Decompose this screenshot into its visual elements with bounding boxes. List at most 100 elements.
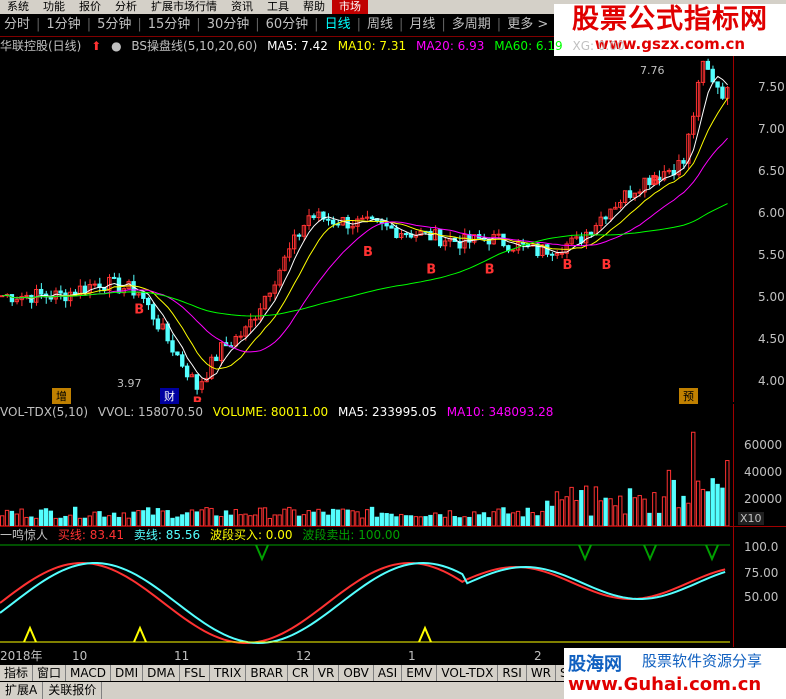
price-chart[interactable]: B B B B B B B B — [0, 56, 734, 402]
menu-item-quote[interactable]: 报价 — [72, 0, 108, 14]
tab-trix[interactable]: TRIX — [210, 665, 247, 681]
volume-bar — [676, 507, 681, 526]
volume-bar — [170, 517, 175, 526]
vol-ma10-value: MA10: 348093.28 — [446, 405, 554, 419]
tab-emv[interactable]: EMV — [402, 665, 438, 681]
tab-extend-a[interactable]: 扩展A — [0, 682, 44, 699]
more-button[interactable]: 更多 > — [503, 14, 552, 36]
volume-bar — [257, 507, 263, 526]
tab-vol-tdx[interactable]: VOL-TDX — [437, 665, 499, 681]
candle — [170, 340, 175, 353]
price-tick: 4.50 — [758, 332, 785, 346]
tab-wr[interactable]: WR — [527, 665, 557, 681]
volume-bar — [369, 506, 375, 526]
band-sell-value: 波段卖出: 100.00 — [302, 528, 401, 542]
volume-bar — [321, 511, 326, 526]
period-tab[interactable]: 30分钟 — [203, 14, 254, 36]
menu-item-tools[interactable]: 工具 — [260, 0, 296, 14]
volume-bar — [413, 516, 419, 526]
volume-bar — [19, 508, 24, 526]
tab-asi[interactable]: ASI — [374, 665, 403, 681]
candle — [705, 60, 711, 70]
volume-tick: 60000 — [744, 438, 783, 452]
menu-item-market[interactable]: 市场 — [332, 0, 368, 14]
date-tick: 12 — [296, 649, 312, 663]
volume-bar — [14, 513, 19, 526]
tab-fsl[interactable]: FSL — [180, 665, 210, 681]
volume-bar — [686, 502, 691, 526]
period-tab[interactable]: 5分钟 — [93, 14, 135, 36]
tab-vr[interactable]: VR — [314, 665, 340, 681]
volume-indicator-name: VOL-TDX(5,10) — [0, 405, 89, 419]
candle — [146, 297, 151, 306]
tab-dmi[interactable]: DMI — [111, 665, 144, 681]
volume-bar — [384, 513, 389, 526]
date-tick: 10 — [72, 649, 88, 663]
watermark-bottom-url: www.Guhai.com.cn — [568, 674, 762, 695]
volume-bar — [452, 516, 457, 526]
tab-indicator[interactable]: 指标 — [0, 665, 34, 681]
volume-bar — [73, 506, 78, 526]
volume-bar — [146, 507, 151, 526]
volume-bar — [520, 516, 526, 526]
price-tick: 4.00 — [758, 374, 785, 388]
volume-bar — [150, 514, 156, 526]
volume-bar — [296, 515, 302, 526]
menu-item-function[interactable]: 功能 — [36, 0, 72, 14]
volume-bar — [48, 510, 54, 526]
volume-bar — [418, 516, 423, 526]
volume-bar — [175, 516, 180, 526]
period-tab[interactable]: 分时 — [0, 14, 34, 36]
circle-icon[interactable]: ● — [111, 39, 121, 53]
menu-item-analysis[interactable]: 分析 — [108, 0, 144, 14]
indicator-tick: 75.00 — [744, 566, 779, 580]
menu-item-news[interactable]: 资讯 — [224, 0, 260, 14]
tab-linked-quote[interactable]: 关联报价 — [43, 682, 103, 699]
volume-bar — [394, 516, 399, 526]
volume-bar — [126, 517, 131, 526]
menu-item-ext-market[interactable]: 扩展市场行情 — [144, 0, 224, 14]
volume-bar — [29, 516, 34, 526]
volume-bar — [63, 515, 68, 526]
period-tab-active[interactable]: 日线 — [321, 14, 355, 36]
high-price-label: 7.76 — [640, 64, 665, 77]
event-marker-yu[interactable]: 预 — [679, 388, 698, 404]
period-tab[interactable]: 周线 — [363, 14, 397, 36]
volume-bar — [710, 478, 715, 526]
volume-bar — [277, 514, 282, 526]
tab-brar[interactable]: BRAR — [246, 665, 289, 681]
volume-bar — [53, 517, 58, 526]
volume-bar — [588, 515, 594, 526]
volume-bar — [238, 514, 243, 526]
volume-bar — [87, 515, 92, 526]
event-marker-cai[interactable]: 财 — [160, 388, 179, 404]
volume-bar — [209, 507, 214, 526]
candle — [165, 323, 170, 342]
period-tab[interactable]: 多周期 — [448, 14, 495, 36]
period-tab[interactable]: 1分钟 — [42, 14, 84, 36]
tab-macd[interactable]: MACD — [66, 665, 112, 681]
buy-signal-marker: B — [193, 396, 203, 402]
volume-chart[interactable] — [0, 420, 734, 526]
menu-item-system[interactable]: 系统 — [0, 0, 36, 14]
stock-name: 华联控股(日线) — [0, 39, 82, 53]
tab-obv[interactable]: OBV — [339, 665, 374, 681]
indicator-axis-line — [733, 527, 734, 647]
volume-bar — [301, 514, 307, 526]
tab-dma[interactable]: DMA — [143, 665, 180, 681]
period-tab[interactable]: 月线 — [405, 14, 439, 36]
menu-item-help[interactable]: 帮助 — [296, 0, 332, 14]
price-tick: 6.50 — [758, 164, 785, 178]
period-tab[interactable]: 15分钟 — [144, 14, 195, 36]
period-tab[interactable]: 60分钟 — [262, 14, 313, 36]
event-marker-zeng[interactable]: 增 — [52, 388, 71, 404]
ma60-value: MA60: 6.19 — [494, 39, 563, 53]
volume-bar — [24, 516, 29, 526]
tab-window[interactable]: 窗口 — [33, 665, 67, 681]
buy-signal-marker: B — [601, 258, 611, 273]
indicator-chart[interactable] — [0, 543, 734, 647]
volume-bar — [627, 488, 633, 526]
tab-cr[interactable]: CR — [288, 665, 314, 681]
low-price-label: 3.97 — [117, 377, 142, 390]
tab-rsi[interactable]: RSI — [498, 665, 527, 681]
